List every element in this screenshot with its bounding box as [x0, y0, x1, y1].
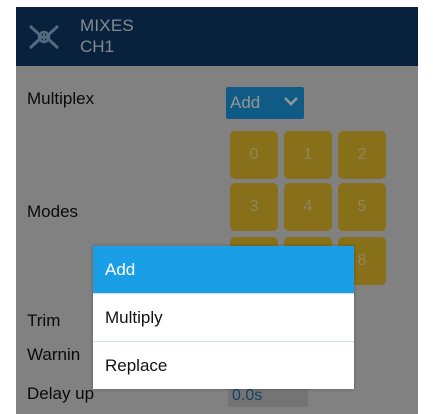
menu-item-replace[interactable]: Replace	[93, 342, 354, 389]
menu-item-add[interactable]: Add	[93, 246, 354, 293]
multiplex-dropdown-menu: Add Multiply Replace	[93, 246, 354, 389]
menu-item-multiply[interactable]: Multiply	[93, 294, 354, 341]
